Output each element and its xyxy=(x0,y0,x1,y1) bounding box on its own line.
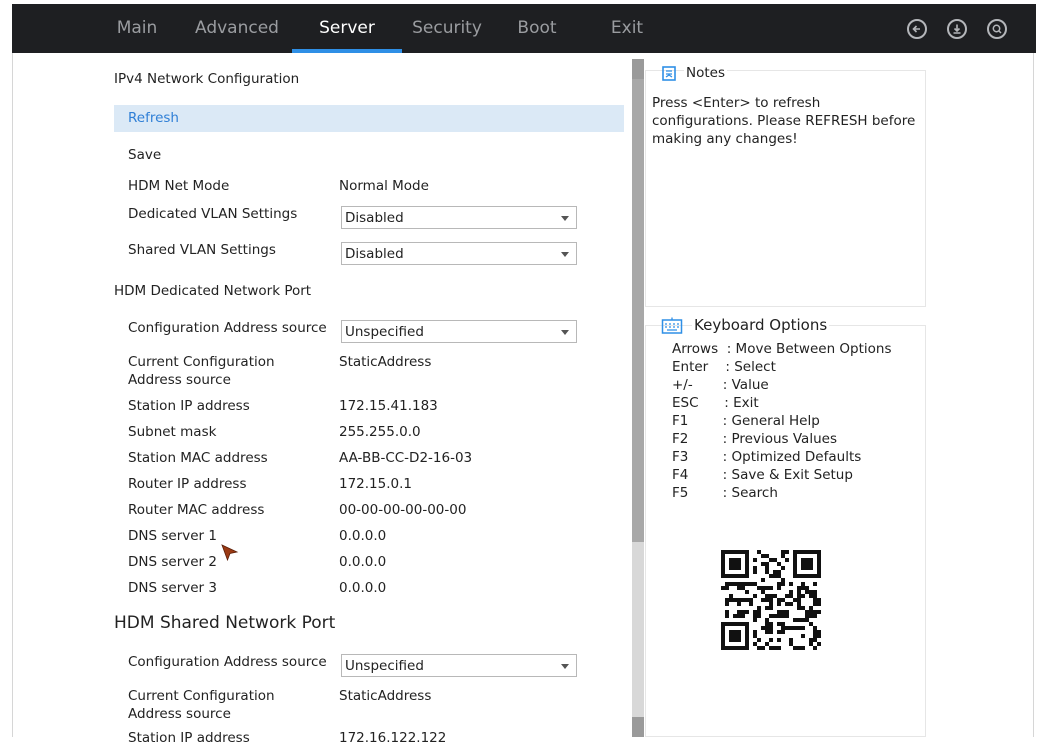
search-icon[interactable] xyxy=(987,19,1007,39)
keyboard-icon xyxy=(661,317,683,339)
notes-title: Notes xyxy=(684,65,727,81)
chevron-down-icon xyxy=(561,216,569,221)
shared-vlan-value: Disabled xyxy=(345,246,404,262)
shared-current-source-value: StaticAddress xyxy=(339,688,432,704)
shared-vlan-select[interactable]: Disabled xyxy=(341,242,577,265)
router-mac-label: Router MAC address xyxy=(128,502,265,518)
kbd-line: F3 : Optimized Defaults xyxy=(672,449,862,465)
tab-server[interactable]: Server xyxy=(292,4,402,53)
keyboard-options-title: Keyboard Options xyxy=(692,316,830,334)
shared-station-ip-value: 172.16.122.122 xyxy=(339,730,447,746)
dedicated-vlan-label: Dedicated VLAN Settings xyxy=(128,206,298,222)
shared-config-source-label: Configuration Address source xyxy=(128,654,327,670)
shared-station-ip-label: Station IP address xyxy=(128,730,250,746)
scrollbar-bottom-cap[interactable] xyxy=(632,717,644,737)
shared-current-source-label: Current Configuration Address source xyxy=(128,688,275,722)
subnet-mask-value: 255.255.0.0 xyxy=(339,424,421,440)
kbd-line: +/- : Value xyxy=(672,377,769,393)
kbd-line: F2 : Previous Values xyxy=(672,431,837,447)
kbd-line: ESC : Exit xyxy=(672,395,759,411)
tab-advanced[interactable]: Advanced xyxy=(192,4,282,53)
tab-security[interactable]: Security xyxy=(408,4,486,53)
dedicated-current-source-value: StaticAddress xyxy=(339,354,432,370)
dns2-value: 0.0.0.0 xyxy=(339,554,387,570)
back-arrow-icon[interactable] xyxy=(907,19,927,39)
kbd-line: F1 : General Help xyxy=(672,413,820,429)
chevron-down-icon xyxy=(561,252,569,257)
dedicated-port-title: HDM Dedicated Network Port xyxy=(114,283,312,299)
scrollbar-top-cap[interactable] xyxy=(632,59,644,79)
shared-config-source-select[interactable]: Unspecified xyxy=(341,654,577,677)
download-icon[interactable] xyxy=(947,19,967,39)
subnet-mask-label: Subnet mask xyxy=(128,424,217,440)
tab-boot[interactable]: Boot xyxy=(510,4,564,53)
station-ip-label: Station IP address xyxy=(128,398,250,414)
station-mac-value: AA-BB-CC-D2-16-03 xyxy=(339,450,473,466)
kbd-line: Arrows : Move Between Options xyxy=(672,341,892,357)
shared-config-source-value: Unspecified xyxy=(345,658,424,674)
dedicated-config-source-value: Unspecified xyxy=(345,324,424,340)
scrollbar-thumb[interactable] xyxy=(632,79,644,542)
mouse-cursor-icon xyxy=(220,543,240,567)
refresh-option[interactable]: Refresh xyxy=(114,105,624,132)
shared-vlan-label: Shared VLAN Settings xyxy=(128,242,276,258)
station-ip-value: 172.15.41.183 xyxy=(339,398,438,414)
shared-port-title: HDM Shared Network Port xyxy=(114,613,336,633)
dedicated-config-source-select[interactable]: Unspecified xyxy=(341,320,577,343)
kbd-line: Enter : Select xyxy=(672,359,776,375)
dns3-label: DNS server 3 xyxy=(128,580,217,596)
qr-code xyxy=(711,540,832,661)
notes-text: Press <Enter> to refresh configurations.… xyxy=(652,95,916,147)
notes-icon xyxy=(660,65,678,87)
kbd-line: F4 : Save & Exit Setup xyxy=(672,467,853,483)
hdm-net-mode-value: Normal Mode xyxy=(339,178,429,194)
router-ip-label: Router IP address xyxy=(128,476,247,492)
save-option[interactable]: Save xyxy=(128,146,328,164)
station-mac-label: Station MAC address xyxy=(128,450,268,466)
kbd-line: F5 : Search xyxy=(672,485,778,501)
dedicated-current-source-label: Current Configuration Address source xyxy=(128,354,275,388)
tab-main[interactable]: Main xyxy=(108,4,166,53)
dns1-value: 0.0.0.0 xyxy=(339,528,387,544)
tab-exit[interactable]: Exit xyxy=(604,4,650,53)
router-mac-value: 00-00-00-00-00-00 xyxy=(339,502,467,518)
dedicated-vlan-select[interactable]: Disabled xyxy=(341,206,577,229)
dns3-value: 0.0.0.0 xyxy=(339,580,387,596)
refresh-label: Refresh xyxy=(128,110,179,126)
chevron-down-icon xyxy=(561,330,569,335)
dedicated-config-source-label: Configuration Address source xyxy=(128,320,327,336)
dedicated-vlan-value: Disabled xyxy=(345,210,404,226)
hdm-net-mode-label: HDM Net Mode xyxy=(128,178,230,194)
chevron-down-icon xyxy=(561,664,569,669)
router-ip-value: 172.15.0.1 xyxy=(339,476,412,492)
top-navigation-bar: Main Advanced Server Security Boot Exit xyxy=(12,4,1036,53)
ipv4-config-title: IPv4 Network Configuration xyxy=(114,71,300,87)
